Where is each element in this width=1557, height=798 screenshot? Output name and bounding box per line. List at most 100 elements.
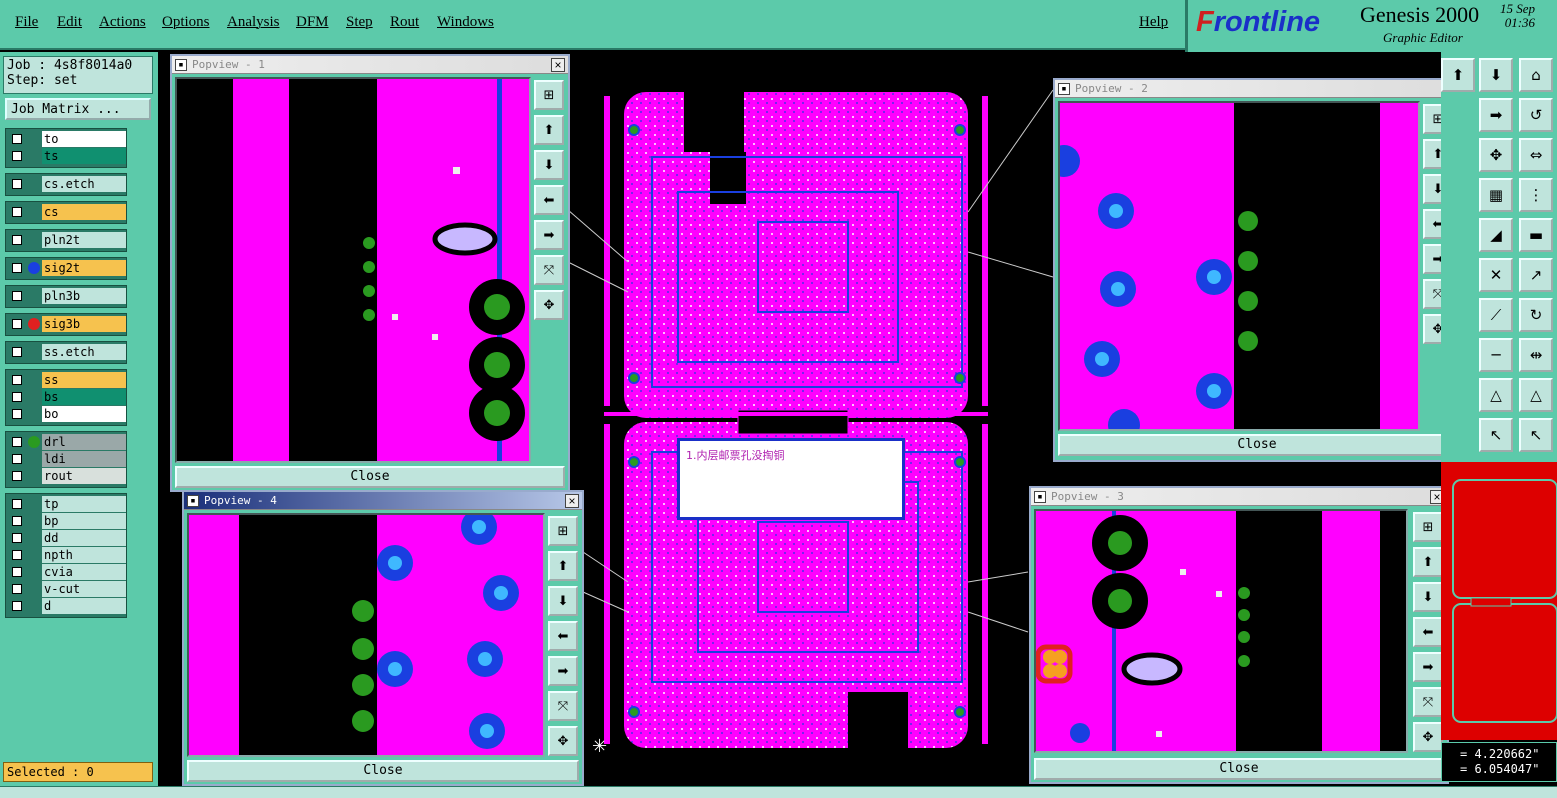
grid-icon[interactable]: ▦ (1479, 178, 1513, 212)
layer-name[interactable]: ss (42, 372, 126, 388)
layer-row[interactable]: cs (8, 204, 126, 220)
layer-name[interactable]: bp (42, 513, 126, 529)
layer-row[interactable]: pln2t (8, 232, 126, 248)
window-menu-icon[interactable]: ▪ (175, 59, 187, 71)
pan-right-icon[interactable]: ➡ (548, 656, 578, 686)
layer-name[interactable]: dd (42, 530, 126, 546)
zoom-center-icon[interactable]: ✥ (548, 726, 578, 756)
layer-row[interactable]: drl (8, 434, 126, 450)
popview-4[interactable]: ▪ Popview - 4 × ⊞ ⬆ ⬇ ⬅ ➡ ⤧ ✥ Close (182, 490, 584, 786)
layer-checkbox[interactable] (12, 499, 22, 509)
menu-file[interactable]: File (15, 14, 38, 31)
zoom-fit-icon[interactable]: ⤧ (534, 255, 564, 285)
layer-checkbox[interactable] (12, 235, 22, 245)
layer-checkbox[interactable] (12, 533, 22, 543)
layer-row[interactable]: ldi (8, 451, 126, 467)
pan-down-icon[interactable]: ⬇ (1479, 58, 1513, 92)
pan-left-icon[interactable]: ⬅ (1413, 617, 1443, 647)
triangle-up-icon[interactable]: △ (1519, 378, 1553, 412)
layer-name[interactable]: cs.etch (42, 176, 126, 192)
layer-row[interactable]: dd (8, 530, 126, 546)
zoom-window-icon[interactable]: ⊞ (548, 516, 578, 546)
layer-row[interactable]: npth (8, 547, 126, 563)
home-icon[interactable]: ⌂ (1519, 58, 1553, 92)
layer-name[interactable]: cvia (42, 564, 126, 580)
layer-checkbox[interactable] (12, 471, 22, 481)
layer-row[interactable]: tp (8, 496, 126, 512)
zoom-fit-icon[interactable]: ⤧ (548, 691, 578, 721)
pan-down-icon[interactable]: ⬇ (534, 150, 564, 180)
pan-right-icon[interactable]: ➡ (534, 220, 564, 250)
zoom-window-icon[interactable]: ⊞ (1413, 512, 1443, 542)
pan-down-icon[interactable]: ⬇ (1413, 582, 1443, 612)
popview-1-canvas[interactable] (175, 77, 531, 463)
layer-name[interactable]: ss.etch (42, 344, 126, 360)
layer-checkbox[interactable] (12, 375, 22, 385)
layer-checkbox[interactable] (12, 437, 22, 447)
layer-checkbox[interactable] (12, 151, 22, 161)
layer-row[interactable]: ss.etch (8, 344, 126, 360)
rotate-icon[interactable]: ↻ (1519, 298, 1553, 332)
pan-up-icon[interactable]: ⬆ (548, 551, 578, 581)
pan-left-icon[interactable]: ⬅ (548, 621, 578, 651)
window-menu-icon[interactable]: ▪ (187, 495, 199, 507)
ruler-icon[interactable]: ▬ (1519, 218, 1553, 252)
layer-name[interactable]: pln3b (42, 288, 126, 304)
layer-row[interactable]: to (8, 131, 126, 147)
menu-analysis[interactable]: Analysis (227, 14, 280, 31)
popview-4-canvas[interactable] (187, 513, 545, 757)
popview-2[interactable]: ▪Popview - 2× ⊞ ⬆ ⬇ ⬅ ➡ ⤧ ✥ Close (1053, 78, 1461, 462)
layer-name[interactable]: tp (42, 496, 126, 512)
zoom-center-icon[interactable]: ✥ (1479, 138, 1513, 172)
layer-checkbox[interactable] (12, 454, 22, 464)
distance-icon[interactable]: ⇹ (1519, 338, 1553, 372)
job-matrix-button[interactable]: Job Matrix ... (5, 98, 151, 120)
layer-checkbox[interactable] (12, 392, 22, 402)
popview-2-title[interactable]: ▪Popview - 2× (1055, 80, 1459, 98)
window-close-icon[interactable]: × (565, 494, 579, 508)
undo-zoom-icon[interactable]: ↺ (1519, 98, 1553, 132)
pointer-icon[interactable]: ↖ (1519, 418, 1553, 452)
measure-icon[interactable]: ◢ (1479, 218, 1513, 252)
layer-checkbox[interactable] (12, 550, 22, 560)
layer-name[interactable]: pln2t (42, 232, 126, 248)
layer-name[interactable]: sig2t (42, 260, 126, 276)
layer-row[interactable]: cvia (8, 564, 126, 580)
pan-up-icon[interactable]: ⬆ (1441, 58, 1475, 92)
layer-checkbox[interactable] (12, 584, 22, 594)
triangle-icon[interactable]: △ (1479, 378, 1513, 412)
line-icon[interactable]: ↗ (1519, 258, 1553, 292)
layer-row[interactable]: ss (8, 372, 126, 388)
pan-right-icon[interactable]: ➡ (1479, 98, 1513, 132)
menu-options[interactable]: Options (162, 14, 210, 31)
zoom-center-icon[interactable]: ✥ (1413, 722, 1443, 752)
zoom-fit-icon[interactable]: ⤧ (1413, 687, 1443, 717)
zoom-center-icon[interactable]: ✥ (534, 290, 564, 320)
menu-dfm[interactable]: DFM (296, 14, 329, 31)
layer-row[interactable]: v-cut (8, 581, 126, 597)
layer-name[interactable]: rout (42, 468, 126, 484)
pan-up-icon[interactable]: ⬆ (1413, 547, 1443, 577)
layer-checkbox[interactable] (12, 601, 22, 611)
layer-name[interactable]: sig3b (42, 316, 126, 332)
layer-row[interactable]: sig3b (8, 316, 126, 332)
horizontal-line-icon[interactable]: ─ (1479, 338, 1513, 372)
pan-down-icon[interactable]: ⬇ (548, 586, 578, 616)
layer-name[interactable]: npth (42, 547, 126, 563)
layer-row[interactable]: d (8, 598, 126, 614)
snap-icon[interactable]: ⋮ (1519, 178, 1553, 212)
menu-windows[interactable]: Windows (437, 14, 494, 31)
popview-3-close-button[interactable]: Close (1034, 758, 1444, 780)
pan-left-icon[interactable]: ⬅ (534, 185, 564, 215)
pan-right-icon[interactable]: ➡ (1413, 652, 1443, 682)
layer-checkbox[interactable] (12, 179, 22, 189)
layer-checkbox[interactable] (12, 291, 22, 301)
popview-1[interactable]: ▪ Popview - 1 × ⊞ ⬆ ⬇ ⬅ ➡ ⤧ ✥ Close (170, 54, 570, 492)
layer-row[interactable]: bp (8, 513, 126, 529)
overview-minimap[interactable] (1441, 462, 1557, 740)
popview-2-canvas[interactable] (1058, 101, 1420, 431)
pan-up-icon[interactable]: ⬆ (534, 115, 564, 145)
layer-name[interactable]: v-cut (42, 581, 126, 597)
layer-name[interactable]: ldi (42, 451, 126, 467)
layer-name[interactable]: to (42, 131, 126, 147)
